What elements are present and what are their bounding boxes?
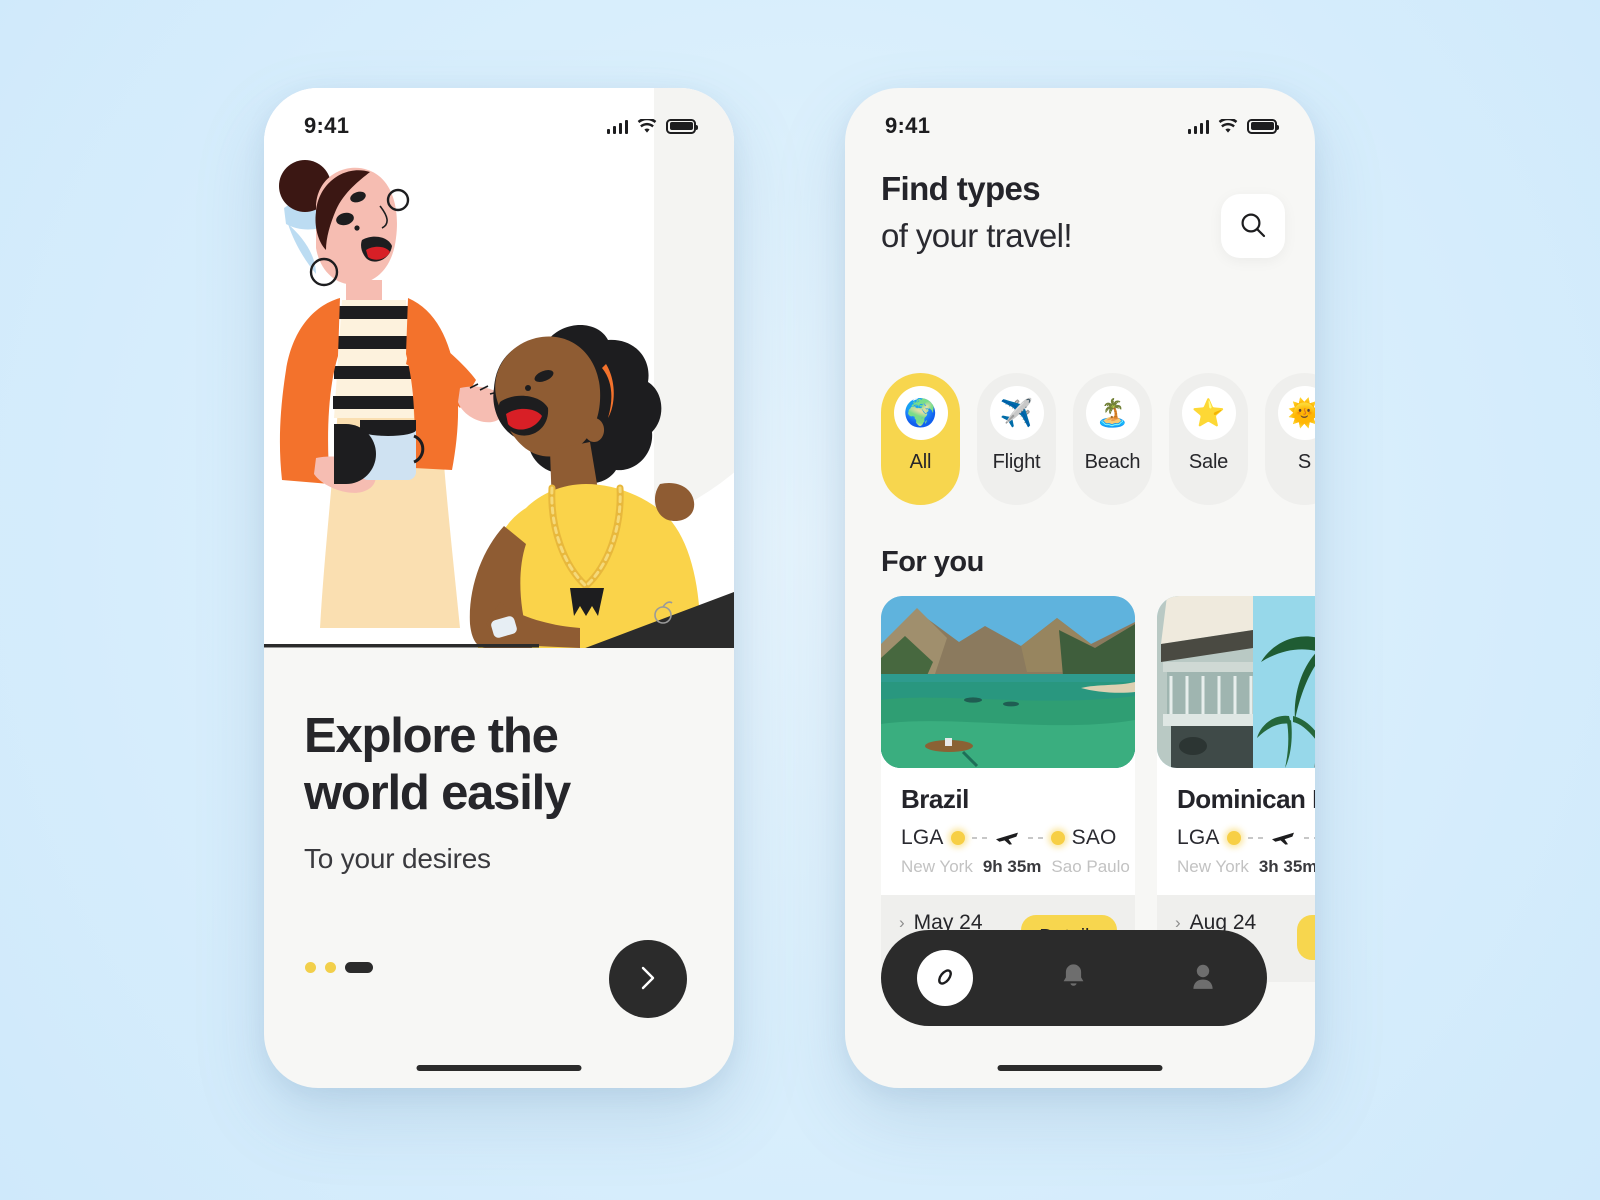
- route-dash-left: [1247, 837, 1264, 839]
- category-chip-list[interactable]: 🌍 All ✈️ Flight 🏝️ Beach ⭐ Sale 🌞 S: [881, 373, 1315, 505]
- chevron-right-icon: [638, 965, 658, 994]
- route-dash-left: [971, 837, 988, 839]
- origin-city: New York: [1177, 857, 1249, 876]
- wifi-icon: [637, 118, 657, 134]
- tab-notifications[interactable]: [1046, 950, 1102, 1006]
- next-button[interactable]: [609, 940, 687, 1018]
- pagination-dot-3-active[interactable]: [345, 962, 373, 973]
- route-subtitles: New York 9h 35m Sao Paulo: [901, 857, 1130, 877]
- two-people-with-laptop-illustration: [264, 160, 734, 648]
- onboarding-illustration: [264, 88, 734, 648]
- card-body: Dominican Republic LGA SDQ New York 3h 3…: [1157, 768, 1315, 895]
- search-icon: [1239, 211, 1267, 242]
- origin-dot-icon: [950, 831, 965, 845]
- origin-code: LGA: [1177, 826, 1220, 849]
- palm-tree-emoji-icon: 🏝️: [1085, 386, 1140, 440]
- pagination-dot-2[interactable]: [325, 962, 336, 973]
- category-chip-sale[interactable]: ⭐ Sale: [1169, 373, 1248, 505]
- destination-card[interactable]: Dominican Republic LGA SDQ New York 3h 3…: [1157, 596, 1315, 982]
- destination-name: Dominican Republic: [1177, 784, 1315, 814]
- destination-city: Sao Paulo: [1051, 857, 1130, 876]
- bottom-tab-bar[interactable]: [881, 930, 1267, 1026]
- origin-city: New York: [901, 857, 973, 876]
- chevron-right-small-icon: ›: [899, 913, 905, 932]
- onboarding-copy: Explore the world easily To your desires: [304, 708, 704, 875]
- page-title-line-1: Find types: [881, 170, 1041, 207]
- palm-trees-resort-photo: [1157, 596, 1315, 768]
- category-chip-label: All: [909, 451, 932, 473]
- status-icons: [1187, 118, 1279, 134]
- tab-profile[interactable]: [1175, 950, 1231, 1006]
- lake-mountains-photo: [881, 596, 1135, 768]
- route-subtitles: New York 3h 35m Santo Domingo: [1177, 857, 1315, 877]
- sun-emoji-icon: 🌞: [1277, 386, 1315, 440]
- cellular-bars-icon: [1187, 119, 1209, 134]
- page-title: Explore the world easily: [304, 708, 704, 822]
- status-icons: [606, 118, 698, 134]
- flight-route: LGA SDQ: [1177, 826, 1315, 850]
- page-title-line-2: world easily: [304, 765, 571, 820]
- page-subtitle: To your desires: [304, 842, 491, 874]
- category-chip-label: Beach: [1084, 451, 1141, 473]
- airplane-icon: [1271, 830, 1297, 846]
- route-dash-right: [1303, 837, 1315, 839]
- cellular-bars-icon: [606, 119, 628, 134]
- battery-icon: [666, 118, 698, 134]
- status-bar: 9:41: [264, 88, 734, 150]
- origin-code: LGA: [901, 826, 944, 849]
- destination-dot-icon: [1050, 831, 1065, 845]
- flight-duration: 9h 35m: [982, 857, 1042, 876]
- person-icon: [1190, 963, 1216, 994]
- page-title-line-1: Explore the: [304, 709, 559, 763]
- home-indicator: [416, 1065, 582, 1071]
- onboarding-pagination[interactable]: [305, 962, 373, 973]
- category-chip-all[interactable]: 🌍 All: [881, 373, 960, 505]
- discover-header: Find types of your travel!: [881, 166, 1285, 260]
- category-chip-label: Sale: [1188, 451, 1229, 473]
- card-body: Brazil LGA SAO New York 9h 35m Sao Paulo: [881, 768, 1135, 895]
- category-chip-next-partial[interactable]: 🌞 S: [1265, 373, 1315, 505]
- bell-icon: [1060, 962, 1087, 994]
- flight-route: LGA SAO: [901, 826, 1117, 850]
- home-indicator: [997, 1065, 1163, 1071]
- page-title: Find types of your travel!: [881, 166, 1221, 260]
- details-button[interactable]: Details: [1297, 915, 1315, 960]
- section-title-for-you: For you: [881, 546, 984, 578]
- status-time: 9:41: [304, 113, 350, 138]
- globe-emoji-icon: 🌍: [893, 386, 948, 440]
- battery-icon: [1247, 118, 1279, 134]
- status-time: 9:41: [885, 113, 931, 138]
- recommended-card-list[interactable]: Brazil LGA SAO New York 9h 35m Sao Paulo: [881, 596, 1315, 982]
- airplane-icon: [995, 830, 1021, 846]
- status-bar: 9:41: [845, 88, 1315, 150]
- tab-explore[interactable]: [917, 950, 974, 1006]
- destination-code: SAO: [1071, 826, 1117, 849]
- pagination-dot-1[interactable]: [305, 962, 316, 973]
- compass-icon: [933, 965, 957, 992]
- destination-card[interactable]: Brazil LGA SAO New York 9h 35m Sao Paulo: [881, 596, 1135, 982]
- origin-dot-icon: [1226, 831, 1241, 845]
- phone-onboarding-screen: 9:41 Explore the world easily To your de…: [264, 88, 734, 1088]
- destination-name: Brazil: [901, 784, 969, 814]
- category-chip-label: S: [1297, 451, 1312, 473]
- category-chip-label: Flight: [992, 451, 1041, 473]
- phone-discover-screen: 9:41 Find types of your travel! 🌍 All ✈️…: [845, 88, 1315, 1088]
- star-emoji-icon: ⭐: [1181, 386, 1236, 440]
- category-chip-beach[interactable]: 🏝️ Beach: [1073, 373, 1152, 505]
- flight-duration: 3h 35m: [1258, 857, 1315, 876]
- category-chip-flight[interactable]: ✈️ Flight: [977, 373, 1056, 505]
- page-title-line-2: of your travel!: [881, 216, 1073, 254]
- wifi-icon: [1218, 118, 1238, 134]
- airplane-emoji-icon: ✈️: [989, 386, 1044, 440]
- route-dash-right: [1027, 837, 1044, 839]
- search-button[interactable]: [1221, 194, 1285, 258]
